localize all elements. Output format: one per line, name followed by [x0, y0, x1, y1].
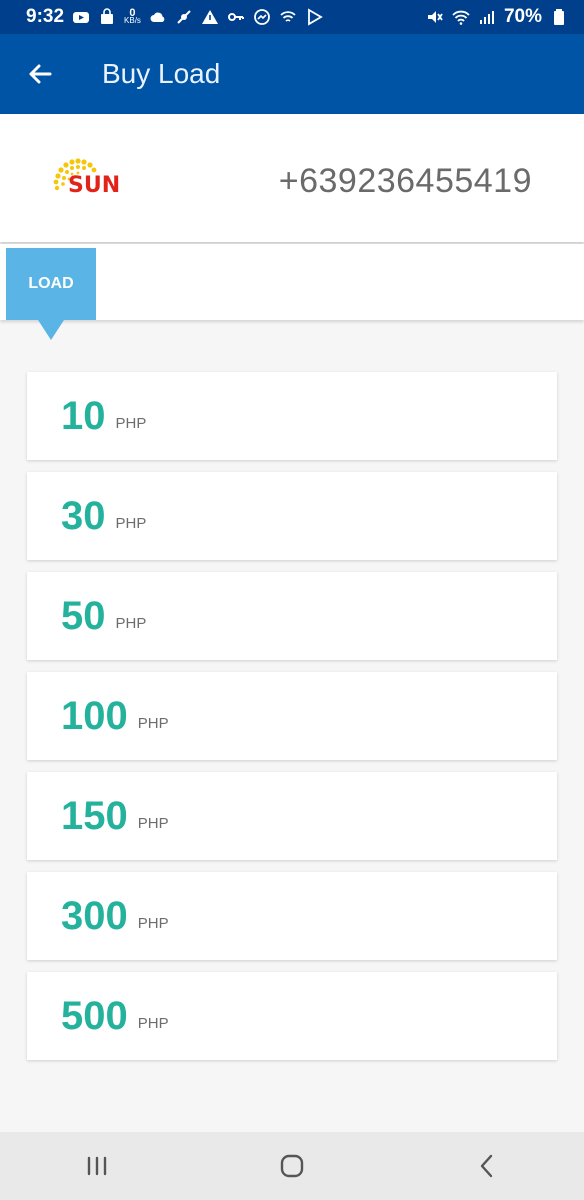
warning-icon — [201, 8, 219, 26]
navigation-bar — [0, 1132, 584, 1200]
battery-percent: 70% — [503, 6, 542, 27]
key-icon — [227, 8, 245, 26]
status-right: 70% — [426, 6, 568, 28]
battery-icon — [550, 8, 568, 26]
arrow-left-icon — [29, 64, 52, 84]
status-bar: 9:32 0 KB/s 70% — [0, 0, 584, 34]
load-currency: PHP — [115, 614, 147, 632]
home-icon — [280, 1154, 304, 1178]
load-amount: 100 — [61, 693, 128, 738]
network-speed-unit: KB/s — [124, 16, 141, 25]
cloud-icon — [149, 8, 167, 26]
home-button[interactable] — [262, 1136, 322, 1196]
load-option-300[interactable]: 300 PHP — [27, 872, 557, 960]
load-amount: 500 — [61, 993, 128, 1038]
wifi-hotspot-icon — [279, 8, 297, 26]
satellite-icon — [175, 8, 193, 26]
load-amount: 10 — [61, 393, 106, 438]
status-left: 9:32 0 KB/s — [26, 6, 323, 28]
back-icon — [480, 1154, 492, 1178]
load-currency: PHP — [137, 914, 169, 932]
tab-load[interactable]: LOAD — [6, 248, 96, 320]
wifi-icon — [452, 8, 470, 26]
youtube-icon — [72, 8, 90, 26]
load-amount: 300 — [61, 893, 128, 938]
sun-logo: SUN — [53, 158, 120, 198]
back-button[interactable] — [0, 34, 80, 114]
load-tabs: LOAD — [0, 244, 584, 340]
sun-logo-text: SUN — [68, 173, 120, 198]
shopping-bag-icon — [98, 8, 116, 26]
messenger-icon — [253, 8, 271, 26]
app-bar: Buy Load — [0, 34, 584, 114]
load-currency: PHP — [137, 814, 169, 832]
page-title: Buy Load — [102, 58, 221, 89]
load-option-150[interactable]: 150 PHP — [27, 772, 557, 860]
play-store-icon — [305, 8, 323, 26]
network-speed: 0 KB/s — [124, 8, 141, 25]
phone-number: +639236455419 — [278, 162, 532, 200]
load-amount: 50 — [61, 593, 106, 638]
load-option-100[interactable]: 100 PHP — [27, 672, 557, 760]
mute-icon — [426, 8, 444, 26]
load-currency: PHP — [137, 714, 169, 732]
load-option-30[interactable]: 30 PHP — [27, 472, 557, 560]
load-currency: PHP — [137, 1014, 169, 1032]
status-time: 9:32 — [26, 6, 65, 27]
load-option-500[interactable]: 500 PHP — [27, 972, 557, 1060]
tab-pointer — [38, 320, 64, 340]
load-amount: 30 — [61, 493, 106, 538]
load-currency: PHP — [115, 514, 147, 532]
load-option-10[interactable]: 10 PHP — [27, 372, 557, 460]
operator-card: SUN +639236455419 — [0, 114, 584, 242]
system-back-button[interactable] — [457, 1136, 517, 1196]
load-options-list: 10 PHP 30 PHP 50 PHP 100 PHP 150 PHP 300… — [27, 372, 557, 1072]
signal-icon — [478, 8, 496, 26]
recent-apps-button[interactable] — [67, 1136, 127, 1196]
load-currency: PHP — [115, 414, 147, 432]
recent-apps-icon — [88, 1156, 107, 1176]
load-option-50[interactable]: 50 PHP — [27, 572, 557, 660]
load-amount: 150 — [61, 793, 128, 838]
